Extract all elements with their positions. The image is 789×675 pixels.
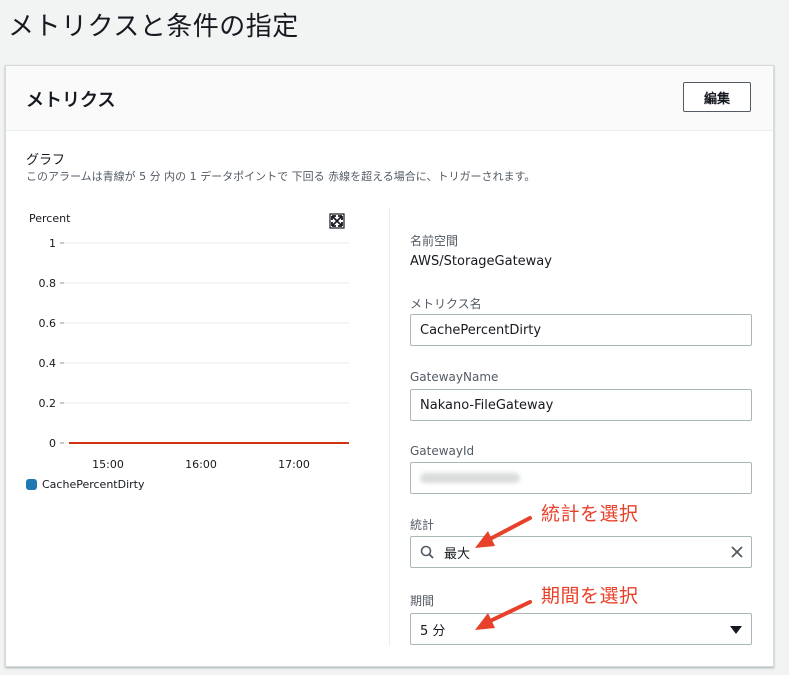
panel-title: メトリクス [26, 90, 116, 111]
period-annotation: 期間を選択 [541, 585, 639, 607]
gateway-name-value: Nakano-FileGateway [420, 397, 554, 413]
metrics-panel: メトリクス 編集 グラフ このアラームは青線が 5 分 内の 1 データポイント… [5, 65, 774, 667]
y-tick-label: 0.4 [39, 357, 57, 370]
x-tick-label: 17:00 [278, 458, 310, 471]
y-tick-label: 0.2 [39, 397, 57, 410]
page-title: メトリクスと条件の指定 [8, 12, 299, 42]
statistic-label: 統計 [410, 518, 435, 532]
metric-chart: Percent 1 0.8 0.6 0.4 0.2 0 15:00 16:00 17:00 [29, 212, 349, 471]
panel-header: メトリクス 編集 [6, 66, 773, 131]
chart-legend: CachePercentDirty [26, 478, 144, 491]
legend-swatch [26, 479, 37, 490]
graph-description: このアラームは青線が 5 分 内の 1 データポイントで 下回る 赤線を超える場… [26, 170, 536, 183]
period-value: 5 分 [420, 623, 446, 639]
metric-name-input[interactable]: CachePercentDirty [410, 314, 752, 346]
search-icon [420, 545, 434, 559]
x-tick-label: 16:00 [185, 458, 217, 471]
y-tick-label: 0.6 [39, 317, 57, 330]
period-label: 期間 [410, 594, 435, 608]
clear-icon[interactable] [730, 545, 744, 559]
namespace-label: 名前空間 [410, 234, 459, 248]
caret-down-icon [730, 626, 742, 634]
edit-button[interactable]: 編集 [683, 82, 751, 112]
gateway-id-label: GatewayId [410, 444, 475, 458]
legend-label[interactable]: CachePercentDirty [42, 478, 144, 491]
statistic-value: 最大 [444, 546, 471, 562]
gateway-name-input[interactable]: Nakano-FileGateway [410, 389, 752, 421]
gateway-id-redacted [420, 473, 520, 483]
gateway-id-input[interactable] [410, 462, 752, 494]
y-tick-label: 0 [49, 437, 56, 450]
x-tick-label: 15:00 [92, 458, 124, 471]
namespace-value: AWS/StorageGateway [410, 254, 552, 269]
y-axis-label: Percent [29, 212, 71, 225]
panel-divider [389, 209, 390, 646]
period-select[interactable]: 5 分 [410, 613, 752, 645]
statistic-search[interactable]: 最大 [410, 536, 752, 568]
gateway-name-label: GatewayName [410, 370, 499, 384]
y-tick-label: 1 [49, 237, 56, 250]
metric-name-label: メトリクス名 [410, 297, 482, 311]
metric-name-value: CachePercentDirty [420, 322, 542, 338]
y-tick-label: 0.8 [39, 277, 57, 290]
statistic-annotation: 統計を選択 [541, 503, 639, 525]
graph-title: グラフ [26, 153, 66, 168]
